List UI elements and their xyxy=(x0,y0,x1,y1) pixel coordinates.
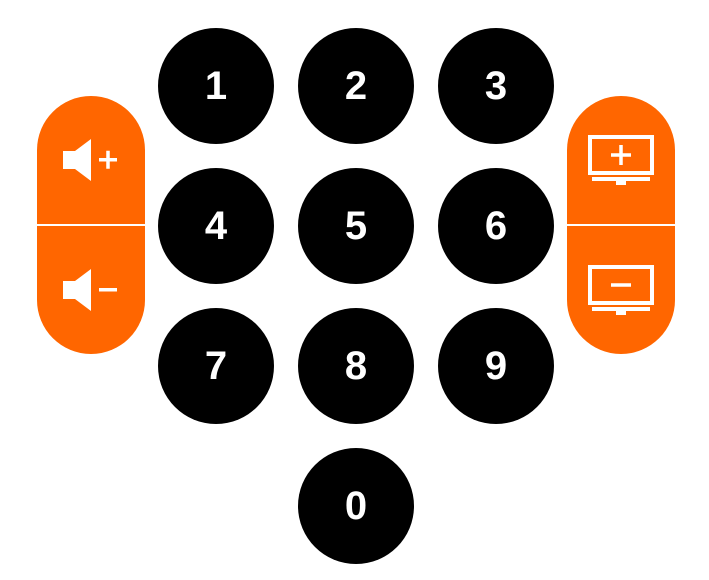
tv-plus-icon xyxy=(586,133,656,187)
key-2[interactable]: 2 xyxy=(298,28,414,144)
key-8[interactable]: 8 xyxy=(298,308,414,424)
channel-control xyxy=(567,96,675,354)
key-0[interactable]: 0 xyxy=(298,448,414,564)
volume-down-button[interactable] xyxy=(37,226,145,354)
tv-minus-icon xyxy=(586,263,656,317)
volume-control xyxy=(37,96,145,354)
key-4[interactable]: 4 xyxy=(158,168,274,284)
channel-up-button[interactable] xyxy=(567,96,675,224)
channel-down-button[interactable] xyxy=(567,226,675,354)
key-9[interactable]: 9 xyxy=(438,308,554,424)
key-5[interactable]: 5 xyxy=(298,168,414,284)
key-1[interactable]: 1 xyxy=(158,28,274,144)
speaker-minus-icon xyxy=(59,265,123,315)
key-3[interactable]: 3 xyxy=(438,28,554,144)
volume-up-button[interactable] xyxy=(37,96,145,224)
key-7[interactable]: 7 xyxy=(158,308,274,424)
speaker-plus-icon xyxy=(59,135,123,185)
key-6[interactable]: 6 xyxy=(438,168,554,284)
